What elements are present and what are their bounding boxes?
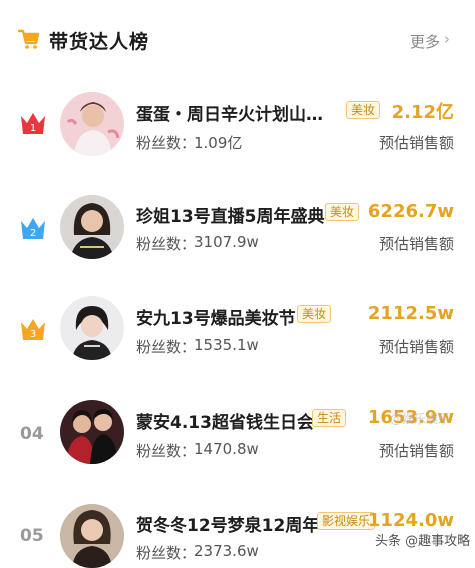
fans-label: 粉丝数： [136, 442, 197, 460]
sales-label: 预估销售额 [378, 442, 454, 460]
avatar[interactable] [60, 504, 124, 568]
sales-value: 6226.7w [367, 201, 454, 222]
avatar[interactable] [60, 400, 124, 464]
sales-label: 预估销售额 [378, 235, 454, 253]
rank-crown-icon: 1 [21, 113, 45, 134]
category-tag: 影视娱乐 [317, 512, 376, 530]
fans-value: 1535.1w [194, 336, 259, 354]
avatar[interactable] [60, 195, 124, 259]
fans-label: 粉丝数： [136, 134, 197, 152]
list-item[interactable]: 1 蛋蛋・周日辛火计划山… 美妆 粉丝数： 1.09亿 2.12亿 预估销售额 [0, 82, 475, 202]
fans-value: 1470.8w [194, 440, 259, 458]
svg-text:3: 3 [30, 329, 36, 340]
svg-text:1: 1 [30, 123, 36, 134]
watermark-faint: @娱乐娱乐 [390, 412, 451, 426]
streamer-name[interactable]: 蛋蛋・周日辛火计划山… [136, 100, 323, 125]
avatar[interactable] [60, 92, 124, 156]
streamer-name[interactable]: 珍姐13号直播5周年盛典 [136, 202, 325, 227]
rank-crown-icon: 3 [21, 319, 45, 340]
streamer-name[interactable]: 蒙安4.13超省钱生日会 [136, 408, 314, 433]
category-tag: 美妆 [346, 101, 381, 119]
fans-label: 粉丝数： [136, 338, 197, 356]
sales-value: 2.12亿 [391, 102, 454, 123]
fans-value: 2373.6w [194, 542, 259, 560]
fans-label: 粉丝数： [136, 235, 197, 253]
svg-text:2: 2 [30, 228, 36, 239]
rank-number: 05 [20, 526, 44, 546]
fans-label: 粉丝数： [136, 544, 197, 562]
fans-value: 3107.9w [194, 233, 259, 251]
category-tag: 美妆 [325, 203, 360, 221]
streamer-name[interactable]: 贺冬冬12号梦泉12周年 [136, 511, 319, 536]
category-tag: 美妆 [297, 305, 332, 323]
category-tag: 生活 [312, 409, 347, 427]
sales-label: 预估销售额 [378, 134, 454, 152]
list-item[interactable]: 3 安九13号爆品美妆节 美妆 粉丝数： 1535.1w 2112.5w 预估销… [0, 296, 475, 416]
rank-number: 04 [20, 424, 44, 444]
sales-label: 预估销售额 [378, 338, 454, 356]
watermark: 头条 @趣事攻略 [375, 534, 471, 549]
sales-value: 1124.0w [367, 510, 454, 531]
chevron-right-icon[interactable]: › [444, 30, 450, 48]
sales-value: 2112.5w [367, 303, 454, 324]
more-link[interactable]: 更多 [410, 31, 440, 52]
streamer-name[interactable]: 安九13号爆品美妆节 [136, 304, 296, 329]
header: 带货达人榜 更多 › [0, 0, 475, 82]
avatar[interactable] [60, 296, 124, 360]
fans-value: 1.09亿 [194, 134, 243, 152]
page-title: 带货达人榜 [49, 31, 150, 53]
rank-crown-icon: 2 [21, 218, 45, 239]
shopping-cart-icon [18, 29, 40, 49]
